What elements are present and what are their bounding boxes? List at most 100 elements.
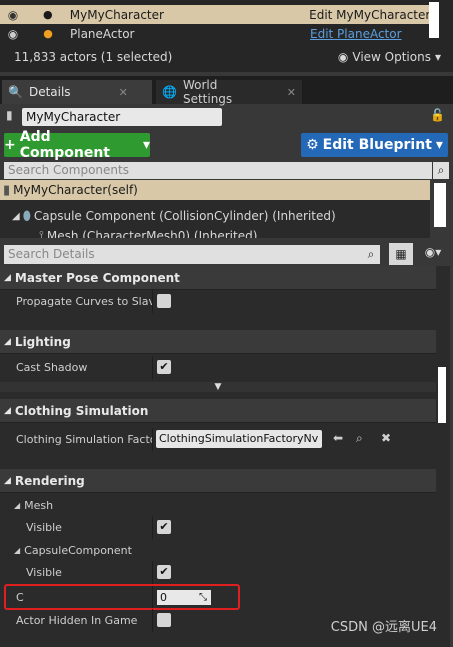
collapse-arrow-icon: ◢ (4, 272, 11, 283)
prop-label: Visible (26, 566, 62, 579)
prop-cast-shadow: Cast Shadow ✔ (0, 356, 436, 379)
watermark: CSDN @远离UE4 (330, 620, 437, 635)
category-clothing[interactable]: ◢ Clothing Simulation (0, 399, 436, 423)
visible-mesh-checkbox[interactable]: ✔ (157, 520, 171, 534)
details-panel: ◢ Master Pose Component Propagate Curves… (0, 266, 450, 647)
property-matrix-icon[interactable]: ▦ (389, 243, 413, 265)
visibility-eye-icon[interactable]: ◉ (0, 8, 26, 22)
add-component-label: Add Component (19, 129, 110, 161)
prop-label: Visible (26, 521, 62, 534)
eye-icon: ◉ (337, 50, 349, 64)
outliner-row-name: PlaneActor (70, 26, 135, 41)
prop-propagate-curves: Propagate Curves to Slaves (0, 290, 436, 313)
category-label: Master Pose Component (14, 270, 180, 285)
collapse-arrow-icon: ◢ (12, 210, 20, 222)
components-tree: ▮ MyMyCharacter(self) ◢ ⬮ Capsule Compon… (0, 180, 430, 238)
visibility-eye-icon[interactable]: ◉ (0, 27, 26, 41)
component-row-mesh[interactable]: ⟟ Mesh (CharacterMesh0) (Inherited) (0, 226, 430, 239)
category-label: Clothing Simulation (14, 403, 149, 418)
chevron-down-icon: ▾ (142, 137, 150, 153)
edit-blueprint-button[interactable]: ⚙ Edit Blueprint ▾ (301, 133, 448, 157)
tab-details[interactable]: 🔍 Details ✕ (2, 80, 152, 104)
search-components-input[interactable]: Search Components (4, 162, 432, 179)
dropdown-value: ClothingSimulationFactoryNv (159, 432, 319, 445)
edit-actor-link[interactable]: Edit MyMyCharacter (309, 8, 430, 22)
prop-visible-capsule: Visible ✔ (0, 561, 436, 584)
view-options-button[interactable]: ◉ View Options ▾ (338, 50, 441, 64)
tab-bar: 🔍 Details ✕ 🌐 World Settings ✕ (0, 76, 453, 106)
plus-icon: + (4, 137, 16, 153)
collapse-arrow-icon: ◢ (14, 545, 21, 555)
tab-label: Details (28, 85, 71, 99)
column-divider (152, 516, 153, 539)
globe-icon: 🌐 (162, 85, 177, 99)
actors-count: 11,833 actors (1 selected) (14, 50, 173, 64)
highlight-box (4, 584, 240, 610)
search-icon[interactable]: ⌕ (362, 245, 380, 264)
actor-name-field[interactable]: MyMyCharacter (22, 108, 222, 126)
character-icon: ● (43, 8, 53, 21)
collapse-arrow-icon: ◢ (4, 405, 11, 416)
outliner-row-name: MyMyCharacter (69, 7, 164, 22)
subcategory-mesh[interactable]: ◢ Mesh (0, 494, 436, 516)
mesh-icon: ⟟ (39, 228, 44, 239)
prop-clothing-factory: Clothing Simulation Factory ClothingSimu… (0, 428, 436, 451)
components-scrollbar[interactable] (434, 183, 446, 227)
chevron-down-icon: ▾ (435, 137, 443, 153)
category-lighting[interactable]: ◢ Lighting (0, 330, 436, 354)
outliner-row-planeactor[interactable]: ◉ ● PlaneActor Edit PlaneActor (0, 24, 430, 43)
collapse-arrow-icon: ◢ (14, 500, 21, 510)
clothing-factory-dropdown[interactable]: ClothingSimulationFactoryNv (156, 430, 322, 448)
edit-blueprint-label: Edit Blueprint (322, 137, 432, 153)
subcategory-label: Mesh (24, 498, 54, 512)
component-row-capsule[interactable]: ◢ ⬮ Capsule Component (CollisionCylinder… (0, 206, 430, 226)
category-master-pose[interactable]: ◢ Master Pose Component (0, 266, 436, 290)
column-divider (152, 428, 153, 451)
tab-label: World Settings (182, 78, 233, 106)
lock-icon[interactable]: 🔓 (430, 108, 445, 122)
column-divider (152, 290, 153, 313)
actor-icon: ▮ (3, 182, 11, 198)
prop-label: Propagate Curves to Slaves (16, 295, 152, 308)
category-rendering[interactable]: ◢ Rendering (0, 469, 436, 493)
column-divider (152, 561, 153, 584)
column-divider (152, 356, 153, 379)
collapse-arrow-icon: ◢ (4, 475, 11, 486)
outliner-row-mymycharacter[interactable]: ◉ ● MyMyCharacter Edit MyMyCharacter (0, 5, 430, 24)
close-icon[interactable]: ✕ (287, 86, 296, 99)
category-label: Lighting (14, 334, 71, 349)
gears-icon: ⚙ (306, 137, 319, 153)
subcategory-capsule[interactable]: ◢ CapsuleComponent (0, 539, 436, 561)
prop-label: Clothing Simulation Factory (16, 433, 152, 446)
clear-x-icon[interactable]: ✖ (381, 431, 391, 445)
search-icon[interactable]: ⌕ (433, 162, 449, 179)
capsule-icon: ⬮ (22, 208, 31, 224)
prop-label: Cast Shadow (16, 361, 88, 374)
world-outliner: ◉ ● MyMyCharacter Edit MyMyCharacter ◉ ●… (0, 0, 453, 72)
browse-search-icon[interactable]: ⌕ (356, 431, 363, 446)
prop-label: Actor Hidden In Game (16, 614, 138, 627)
search-details-input[interactable]: Search Details (4, 245, 362, 264)
advanced-expand-arrow[interactable]: ▼ (0, 382, 436, 392)
view-options-label: View Options (352, 50, 431, 64)
cast-shadow-checkbox[interactable]: ✔ (157, 360, 171, 374)
actor-hidden-checkbox[interactable] (157, 613, 171, 627)
outliner-scrollbar[interactable] (429, 2, 439, 38)
details-icon: 🔍 (8, 85, 23, 99)
category-label: Rendering (14, 473, 85, 488)
add-component-button[interactable]: + Add Component ▾ (4, 129, 150, 161)
visible-capsule-checkbox[interactable]: ✔ (157, 565, 171, 579)
close-icon[interactable]: ✕ (119, 86, 128, 99)
plane-actor-icon: ● (43, 27, 53, 40)
propagate-curves-checkbox[interactable] (157, 294, 171, 308)
component-label: Capsule Component (CollisionCylinder) (I… (33, 209, 336, 223)
tab-world-settings[interactable]: 🌐 World Settings ✕ (156, 78, 302, 106)
actor-icon: ▮ (6, 108, 13, 122)
use-selected-arrow-icon[interactable]: ⬅ (333, 431, 343, 445)
chevron-down-icon: ▾ (434, 50, 441, 64)
eye-filter-icon[interactable]: ◉▾ (418, 245, 448, 263)
component-row-self[interactable]: ▮ MyMyCharacter(self) (0, 180, 430, 200)
prop-visible-mesh: Visible ✔ (0, 516, 436, 539)
edit-actor-link[interactable]: Edit PlaneActor (310, 27, 402, 41)
details-scrollbar[interactable] (438, 367, 446, 423)
